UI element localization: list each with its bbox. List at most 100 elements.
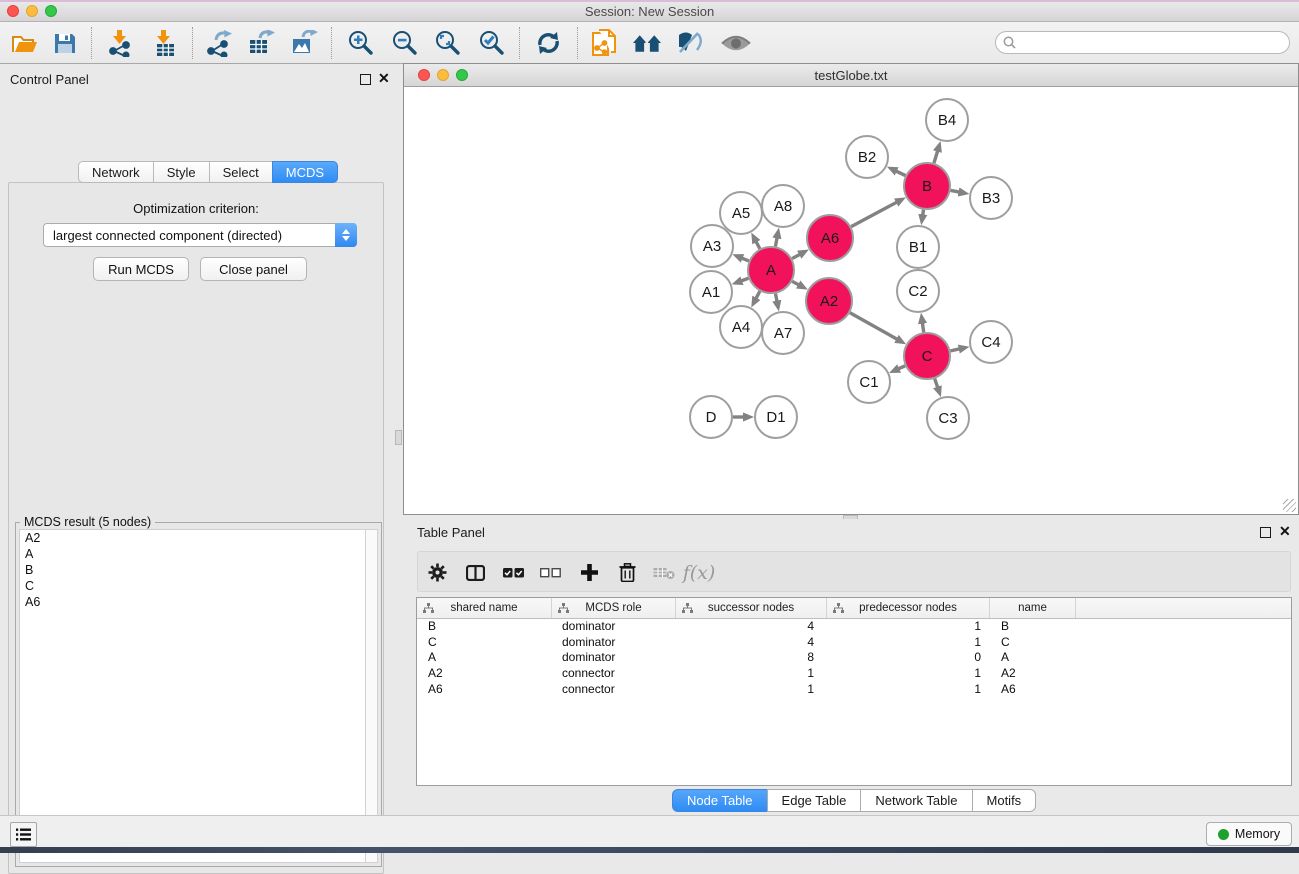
zoom-selected-icon[interactable] bbox=[477, 29, 507, 57]
window-resize-grip[interactable] bbox=[1283, 499, 1296, 512]
column-header-successor-nodes[interactable]: successor nodes bbox=[676, 598, 827, 618]
search-input[interactable] bbox=[1020, 36, 1289, 50]
mcds-result-item[interactable]: A2 bbox=[20, 530, 365, 546]
memory-button[interactable]: Memory bbox=[1206, 822, 1292, 846]
tab-network[interactable]: Network bbox=[78, 161, 153, 183]
graph-node-C1[interactable]: C1 bbox=[848, 361, 890, 403]
table-row-A6[interactable]: A6connector11A6 bbox=[417, 682, 1291, 698]
open-session-icon[interactable] bbox=[10, 29, 40, 57]
table-row-A[interactable]: Adominator80A bbox=[417, 650, 1291, 666]
import-network-icon[interactable] bbox=[106, 29, 136, 57]
graph-edge-C-C2[interactable] bbox=[922, 323, 923, 333]
graph-node-A7[interactable]: A7 bbox=[762, 312, 804, 354]
graph-node-A2[interactable]: A2 bbox=[806, 278, 852, 324]
graph-edge-C-C1[interactable] bbox=[898, 366, 905, 369]
control-panel-float-icon[interactable] bbox=[360, 74, 371, 85]
graph-edge-A-A3[interactable] bbox=[742, 258, 749, 261]
graph-edge-A-A5[interactable] bbox=[756, 241, 760, 248]
graph-edge-A-A7[interactable] bbox=[775, 294, 777, 302]
graph-node-A5[interactable]: A5 bbox=[720, 192, 762, 234]
graph-node-A[interactable]: A bbox=[748, 247, 794, 293]
mcds-result-item[interactable]: A bbox=[20, 546, 365, 562]
select-all-rows-icon[interactable] bbox=[498, 559, 528, 586]
import-table-icon[interactable] bbox=[150, 29, 180, 57]
graph-edge-A-A4[interactable] bbox=[756, 291, 760, 298]
refresh-view-icon[interactable] bbox=[533, 29, 563, 57]
task-history-button[interactable] bbox=[10, 822, 37, 847]
graph-edge-A2-C[interactable] bbox=[850, 313, 897, 340]
graph-node-C2[interactable]: C2 bbox=[897, 270, 939, 312]
mcds-result-item[interactable]: B bbox=[20, 562, 365, 578]
graph-node-C[interactable]: C bbox=[904, 333, 950, 379]
tab-motifs[interactable]: Motifs bbox=[972, 789, 1037, 812]
splitter-handle-vertical[interactable] bbox=[395, 430, 402, 445]
graph-node-D[interactable]: D bbox=[690, 396, 732, 438]
graph-node-B4[interactable]: B4 bbox=[926, 99, 968, 141]
export-image-icon[interactable] bbox=[289, 29, 319, 57]
mcds-result-item[interactable]: C bbox=[20, 578, 365, 594]
graph-node-A4[interactable]: A4 bbox=[720, 306, 762, 348]
run-mcds-button[interactable]: Run MCDS bbox=[93, 257, 189, 281]
table-row-B[interactable]: Bdominator41B bbox=[417, 619, 1291, 635]
tab-network-table[interactable]: Network Table bbox=[860, 789, 971, 812]
table-panel-close-icon[interactable]: ✕ bbox=[1279, 524, 1291, 538]
tab-select[interactable]: Select bbox=[209, 161, 272, 183]
graph-node-B1[interactable]: B1 bbox=[897, 226, 939, 268]
deselect-all-rows-icon[interactable] bbox=[535, 559, 565, 586]
search-field[interactable] bbox=[995, 31, 1290, 54]
graph-node-B2[interactable]: B2 bbox=[846, 136, 888, 178]
graph-edge-A-A2[interactable] bbox=[792, 281, 799, 285]
graph-edge-A-A8[interactable] bbox=[775, 237, 777, 246]
export-network-icon[interactable] bbox=[204, 29, 234, 57]
tab-node-table[interactable]: Node Table bbox=[672, 789, 767, 812]
zoom-out-icon[interactable] bbox=[390, 29, 420, 57]
first-neighbors-icon[interactable] bbox=[632, 29, 662, 57]
tab-style[interactable]: Style bbox=[153, 161, 209, 183]
criterion-select[interactable]: largest connected component (directed) bbox=[43, 223, 357, 247]
zoom-fit-content-icon[interactable] bbox=[433, 29, 463, 57]
mcds-result-item[interactable]: A6 bbox=[20, 594, 365, 610]
graph-node-C3[interactable]: C3 bbox=[927, 397, 969, 439]
graph-node-B3[interactable]: B3 bbox=[970, 177, 1012, 219]
column-header-name[interactable]: name bbox=[990, 598, 1076, 618]
graph-edge-A-A6[interactable] bbox=[792, 254, 800, 258]
graph-edge-A-A1[interactable] bbox=[741, 278, 748, 281]
hide-graphics-details-icon[interactable] bbox=[675, 29, 705, 57]
graph-edge-C-C3[interactable] bbox=[935, 379, 938, 388]
graph-node-B[interactable]: B bbox=[904, 163, 950, 209]
save-session-icon[interactable] bbox=[50, 29, 80, 57]
zoom-in-icon[interactable] bbox=[346, 29, 376, 57]
graph-node-A3[interactable]: A3 bbox=[691, 225, 733, 267]
graph-edge-B-B2[interactable] bbox=[896, 171, 906, 176]
tab-mcds[interactable]: MCDS bbox=[272, 161, 338, 183]
network-graph-canvas[interactable]: B4 B2 B B3 A5A8A6 A3 B1 A C2 A1 A2 A4A7 C4 C C1 D D1 C3 bbox=[404, 87, 1298, 514]
new-network-from-selection-icon[interactable] bbox=[590, 29, 620, 57]
tab-edge-table[interactable]: Edge Table bbox=[767, 789, 861, 812]
column-header-MCDS-role[interactable]: MCDS role bbox=[552, 598, 676, 618]
column-header-shared-name[interactable]: shared name bbox=[417, 598, 552, 618]
graph-node-A1[interactable]: A1 bbox=[690, 271, 732, 313]
graph-node-C4[interactable]: C4 bbox=[970, 321, 1012, 363]
graph-node-A6[interactable]: A6 bbox=[807, 215, 853, 261]
control-panel-close-icon[interactable]: ✕ bbox=[378, 71, 390, 85]
mcds-result-list[interactable]: A2ABCA6 bbox=[19, 529, 366, 863]
show-column-icon[interactable] bbox=[460, 559, 490, 586]
column-header-predecessor-nodes[interactable]: predecessor nodes bbox=[827, 598, 990, 618]
export-table-icon[interactable] bbox=[246, 29, 276, 57]
table-settings-gear-icon[interactable] bbox=[422, 559, 452, 586]
close-panel-button[interactable]: Close panel bbox=[200, 257, 307, 281]
table-row-C[interactable]: Cdominator41C bbox=[417, 635, 1291, 651]
create-column-icon[interactable] bbox=[574, 559, 604, 586]
table-panel-float-icon[interactable] bbox=[1260, 527, 1271, 538]
graph-edge-B-B1[interactable] bbox=[923, 210, 924, 216]
graph-edge-B-B3[interactable] bbox=[951, 190, 960, 192]
table-row-A2[interactable]: A2connector11A2 bbox=[417, 666, 1291, 682]
graph-edge-C-C4[interactable] bbox=[950, 349, 959, 351]
show-hide-panel-eye-icon[interactable] bbox=[721, 29, 751, 57]
mcds-result-scrollbar[interactable] bbox=[365, 529, 378, 863]
delete-columns-trash-icon[interactable] bbox=[612, 559, 642, 586]
graph-node-A8[interactable]: A8 bbox=[762, 185, 804, 227]
graph-edge-B-B4[interactable] bbox=[934, 151, 938, 163]
graph-edge-A6-B[interactable] bbox=[851, 202, 897, 227]
graph-node-D1[interactable]: D1 bbox=[755, 396, 797, 438]
